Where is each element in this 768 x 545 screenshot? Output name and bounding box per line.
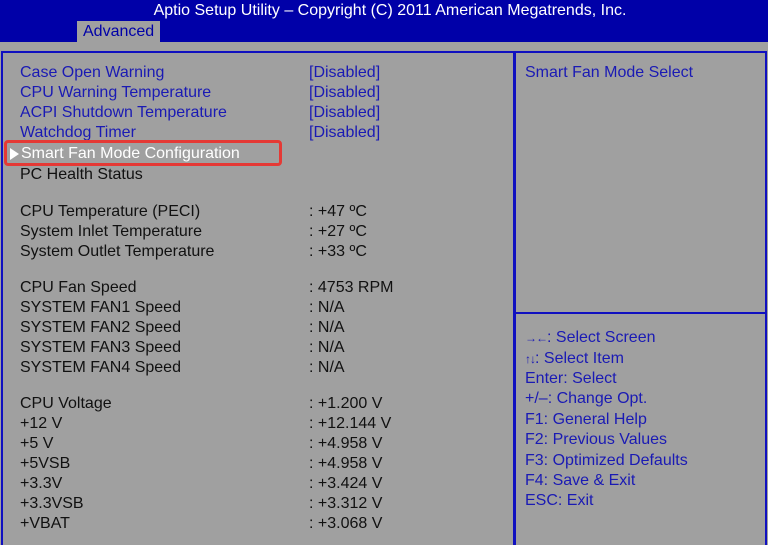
key-hint-enter: Enter: Select	[525, 369, 617, 389]
key-hint-text: Enter: Select	[525, 370, 617, 387]
readout-label: SYSTEM FAN3 Speed	[20, 339, 181, 356]
readout-label: +3.3VSB	[20, 495, 84, 512]
readout-value: : +4.958 V	[309, 455, 383, 472]
key-hint-text: : Select Screen	[547, 329, 656, 346]
readout-value: : N/A	[309, 339, 345, 356]
submenu-smart-fan-mode-configuration[interactable]: Smart Fan Mode Configuration	[4, 140, 282, 166]
key-hint-select-screen: →←: Select Screen	[525, 328, 656, 348]
readout-value: : +47 ºC	[309, 203, 367, 220]
readout-label: +5 V	[20, 435, 54, 452]
readout-value: : +33 ºC	[309, 243, 367, 260]
readout-value: : +3.068 V	[309, 515, 383, 532]
key-hint-select-item: ↑↓: Select Item	[525, 349, 624, 369]
key-hint-text: F3: Optimized Defaults	[525, 452, 688, 469]
readout-value: : N/A	[309, 299, 345, 316]
key-hint-f3: F3: Optimized Defaults	[525, 451, 688, 471]
readout-label: SYSTEM FAN1 Speed	[20, 299, 181, 316]
app-title: Aptio Setup Utility – Copyright (C) 2011…	[153, 2, 627, 19]
up-down-arrows-icon: ↑↓	[525, 352, 536, 366]
key-hint-text: F1: General Help	[525, 411, 647, 428]
readout-label: SYSTEM FAN2 Speed	[20, 319, 181, 336]
readout-value: : +3.424 V	[309, 475, 383, 492]
key-hint-f4: F4: Save & Exit	[525, 471, 635, 491]
readout-value: : +12.144 V	[309, 415, 392, 432]
main-panel: Case Open Warning [Disabled] CPU Warning…	[1, 51, 515, 545]
help-divider	[516, 312, 765, 314]
readout-label: +5VSB	[20, 455, 71, 472]
tab-advanced[interactable]: Advanced	[77, 21, 161, 42]
readout-value: : +3.312 V	[309, 495, 383, 512]
readout-value: : +4.958 V	[309, 435, 383, 452]
help-description: Smart Fan Mode Select	[525, 64, 694, 81]
readout-value: : N/A	[309, 319, 345, 336]
readout-label: System Outlet Temperature	[20, 243, 215, 260]
setting-label: Case Open Warning	[20, 64, 165, 81]
readout-value: : 4753 RPM	[309, 279, 394, 296]
key-hint-change-opt: +/–: Change Opt.	[525, 389, 647, 409]
bios-screen: Aptio Setup Utility – Copyright (C) 2011…	[0, 0, 768, 545]
key-hint-text: : Select Item	[535, 350, 624, 367]
setting-value[interactable]: [Disabled]	[309, 103, 380, 123]
key-hint-text: ESC: Exit	[525, 492, 594, 509]
left-right-arrows-icon: →←	[525, 331, 548, 345]
key-hint-esc: ESC: Exit	[525, 491, 593, 511]
readout-label: +3.3V	[20, 475, 63, 492]
key-hint-text: F4: Save & Exit	[525, 472, 636, 489]
setting-label: CPU Warning Temperature	[20, 84, 212, 101]
readout-label: +VBAT	[20, 515, 70, 532]
key-hint-text: F2: Previous Values	[525, 431, 667, 448]
readout-label: System Inlet Temperature	[20, 223, 203, 240]
key-hint-text: +/–: Change Opt.	[525, 390, 648, 407]
header-bar: Aptio Setup Utility – Copyright (C) 2011…	[0, 0, 768, 42]
readout-value: : +27 ºC	[309, 223, 367, 240]
readout-label: CPU Voltage	[20, 395, 112, 412]
readout-label: SYSTEM FAN4 Speed	[20, 359, 181, 376]
readout-label: CPU Fan Speed	[20, 279, 137, 296]
readout-label: CPU Temperature (PECI)	[20, 203, 201, 220]
readout-label: +12 V	[20, 415, 63, 432]
setting-value[interactable]: [Disabled]	[309, 63, 380, 83]
key-hint-f2: F2: Previous Values	[525, 430, 667, 450]
readout-value: : N/A	[309, 359, 345, 376]
setting-label: ACPI Shutdown Temperature	[20, 104, 227, 121]
readout-value: : +1.200 V	[309, 395, 383, 412]
setting-value[interactable]: [Disabled]	[309, 123, 380, 143]
submenu-label: Smart Fan Mode Configuration	[21, 145, 240, 162]
key-hint-f1: F1: General Help	[525, 410, 647, 430]
setting-value[interactable]: [Disabled]	[309, 83, 380, 103]
submenu-arrow-icon	[10, 148, 19, 160]
submenu-label: PC Health Status	[20, 166, 143, 183]
help-panel: Smart Fan Mode Select →←: Select Screen …	[515, 51, 767, 545]
